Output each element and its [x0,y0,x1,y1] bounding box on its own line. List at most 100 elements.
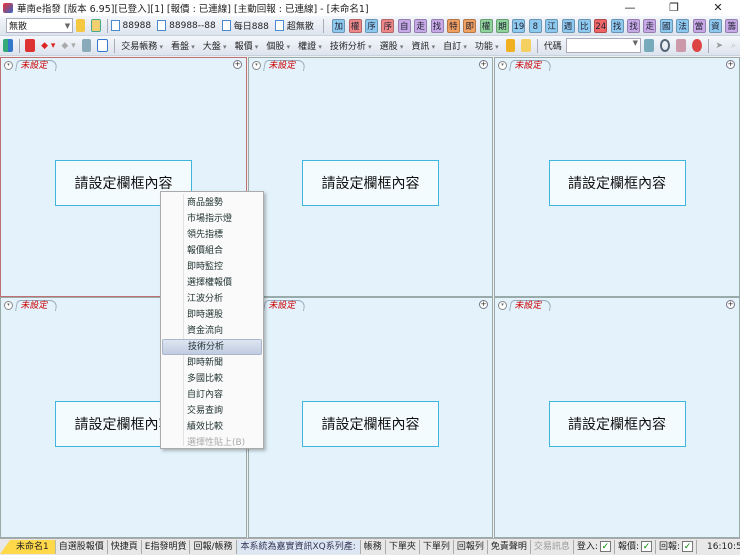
hotkey-button[interactable]: 19 [512,18,526,33]
trade-message-button[interactable]: 交易訊息 [531,540,574,554]
maximize-button[interactable]: ❐ [652,0,696,16]
hotkey-button[interactable]: 法 [676,18,690,33]
menu-item[interactable]: 即時監控 [161,259,263,275]
quick-button[interactable]: 88988--88 [157,19,216,32]
hotkey-button[interactable]: 找 [610,18,624,33]
hotkey-button[interactable]: 24 [594,18,608,33]
menu-item[interactable]: 即時選股 [161,307,263,323]
hotkey-button[interactable]: 找 [430,18,444,33]
hotkey-button[interactable]: 籌 [725,18,739,33]
hotkey-button[interactable]: 資 [708,18,722,33]
hotkey-button[interactable]: 加 [332,18,346,33]
hotkey-button[interactable]: 權 [348,18,362,33]
panel-tab[interactable]: 未設定 [263,300,306,311]
status-button[interactable]: 免責聲明 [488,540,531,554]
pointer-icon[interactable]: ➤ [715,41,723,51]
status-tab[interactable]: E指發明貨 [142,540,191,554]
menu-item[interactable]: 自訂內容 [161,387,263,403]
panel-tab[interactable]: 未設定 [263,60,306,71]
hotkey-button[interactable]: 序 [381,18,395,33]
menu-item[interactable]: 多國比較 [161,371,263,387]
menu-item[interactable]: 報價組合 [161,243,263,259]
status-button[interactable]: 帳務 [361,540,386,554]
zoom-in-icon[interactable]: + [726,300,735,309]
status-tab[interactable]: 回報/帳務 [190,540,237,554]
menu-8[interactable]: 資訊 [411,39,435,52]
hotkey-button[interactable]: 國 [659,18,673,33]
menu-7[interactable]: 選股 [380,39,404,52]
quick-button[interactable]: 超無散 [274,19,314,32]
minimize-button[interactable]: — [608,0,652,16]
tools-icon[interactable] [676,39,687,52]
forward-icon[interactable]: ◆ ▾ [61,41,75,51]
status-button[interactable]: 下單列 [420,540,454,554]
zoom-in-icon[interactable]: + [726,60,735,69]
panel-tab[interactable]: 未設定 [509,60,552,71]
menu-item[interactable]: 交易查詢 [161,403,263,419]
hotkey-button[interactable]: 週 [561,18,575,33]
panel-menu-icon[interactable]: ▾ [252,61,261,70]
panel-tab[interactable]: 未設定 [15,60,58,71]
status-tab[interactable]: 快捷頁 [108,540,142,554]
quick-button[interactable]: 88988 [110,19,151,32]
status-tab[interactable]: 自選股報價 [56,540,108,554]
hotkey-button[interactable]: 比 [577,18,591,33]
hotkey-button[interactable]: 即 [463,18,477,33]
menu-item[interactable]: 市場指示燈 [161,211,263,227]
edit-icon[interactable] [76,19,86,32]
hotkey-button[interactable]: 走 [414,18,428,33]
search-icon[interactable] [659,39,671,52]
panel-menu-icon[interactable]: ▾ [498,301,507,310]
zoom-in-icon[interactable]: + [233,60,242,69]
back-icon[interactable]: ◆ ▾ [41,41,55,51]
menu-3[interactable]: 報價 [235,39,259,52]
panel-menu-icon[interactable]: ▾ [4,301,13,310]
menu-6[interactable]: 技術分析 [330,39,372,52]
popout-icon[interactable] [97,39,108,52]
status-button[interactable]: 回報列 [454,540,488,554]
panel-tab[interactable]: 未設定 [509,300,552,311]
hotkey-button[interactable]: 8 [528,18,542,33]
menu-1[interactable]: 看盤 [171,39,195,52]
menu-5[interactable]: 權證 [298,39,322,52]
menu-item[interactable]: 選擇權報價 [161,275,263,291]
quick-button[interactable]: 每日888 [221,19,269,32]
hotkey-button[interactable]: 走 [643,18,657,33]
zoom-in-icon[interactable]: + [479,60,488,69]
menu-0[interactable]: 交易帳務 [121,39,163,52]
menu-item[interactable]: 技術分析 [162,339,262,355]
note-icon[interactable] [521,39,531,52]
menu-item[interactable]: 績效比較 [161,419,263,435]
home-icon[interactable] [25,39,36,52]
hotkey-button[interactable]: 江 [545,18,559,33]
set-content-button[interactable]: 請設定欄框內容 [548,160,686,206]
zoom-icon[interactable]: ⌕ [731,41,736,51]
menu-9[interactable]: 自訂 [443,39,467,52]
hotkey-button[interactable]: 找 [627,18,641,33]
layout-select[interactable]: 無散 ▼ [6,18,74,33]
set-content-button[interactable]: 請設定欄框內容 [302,160,439,206]
add-icon[interactable] [91,19,101,32]
alert-icon[interactable] [692,39,702,52]
menu-item[interactable]: 資金流向 [161,323,263,339]
hotkey-button[interactable]: 特 [446,18,460,33]
close-button[interactable]: ✕ [696,0,740,16]
set-content-button[interactable]: 請設定欄框內容 [548,401,686,447]
status-button[interactable]: 下單夾 [386,540,420,554]
grid-icon[interactable] [3,39,13,52]
menu-item[interactable]: 即時新聞 [161,355,263,371]
menu-item[interactable]: 領先指標 [161,227,263,243]
panel-menu-icon[interactable]: ▾ [498,61,507,70]
lightning-icon[interactable] [505,39,516,52]
menu-2[interactable]: 大盤 [203,39,227,52]
hotkey-button[interactable]: 權 [479,18,493,33]
status-tab[interactable]: 未命名1 [0,540,56,554]
panel-menu-icon[interactable]: ▾ [4,61,13,70]
menu-item[interactable]: 江波分析 [161,291,263,307]
hotkey-button[interactable]: 自 [397,18,411,33]
menu-item[interactable]: 商品盤勢 [161,195,263,211]
hotkey-button[interactable]: 期 [496,18,510,33]
print-icon[interactable] [81,39,92,52]
panel-tab[interactable]: 未設定 [15,300,58,311]
hotkey-button[interactable]: 序 [365,18,379,33]
